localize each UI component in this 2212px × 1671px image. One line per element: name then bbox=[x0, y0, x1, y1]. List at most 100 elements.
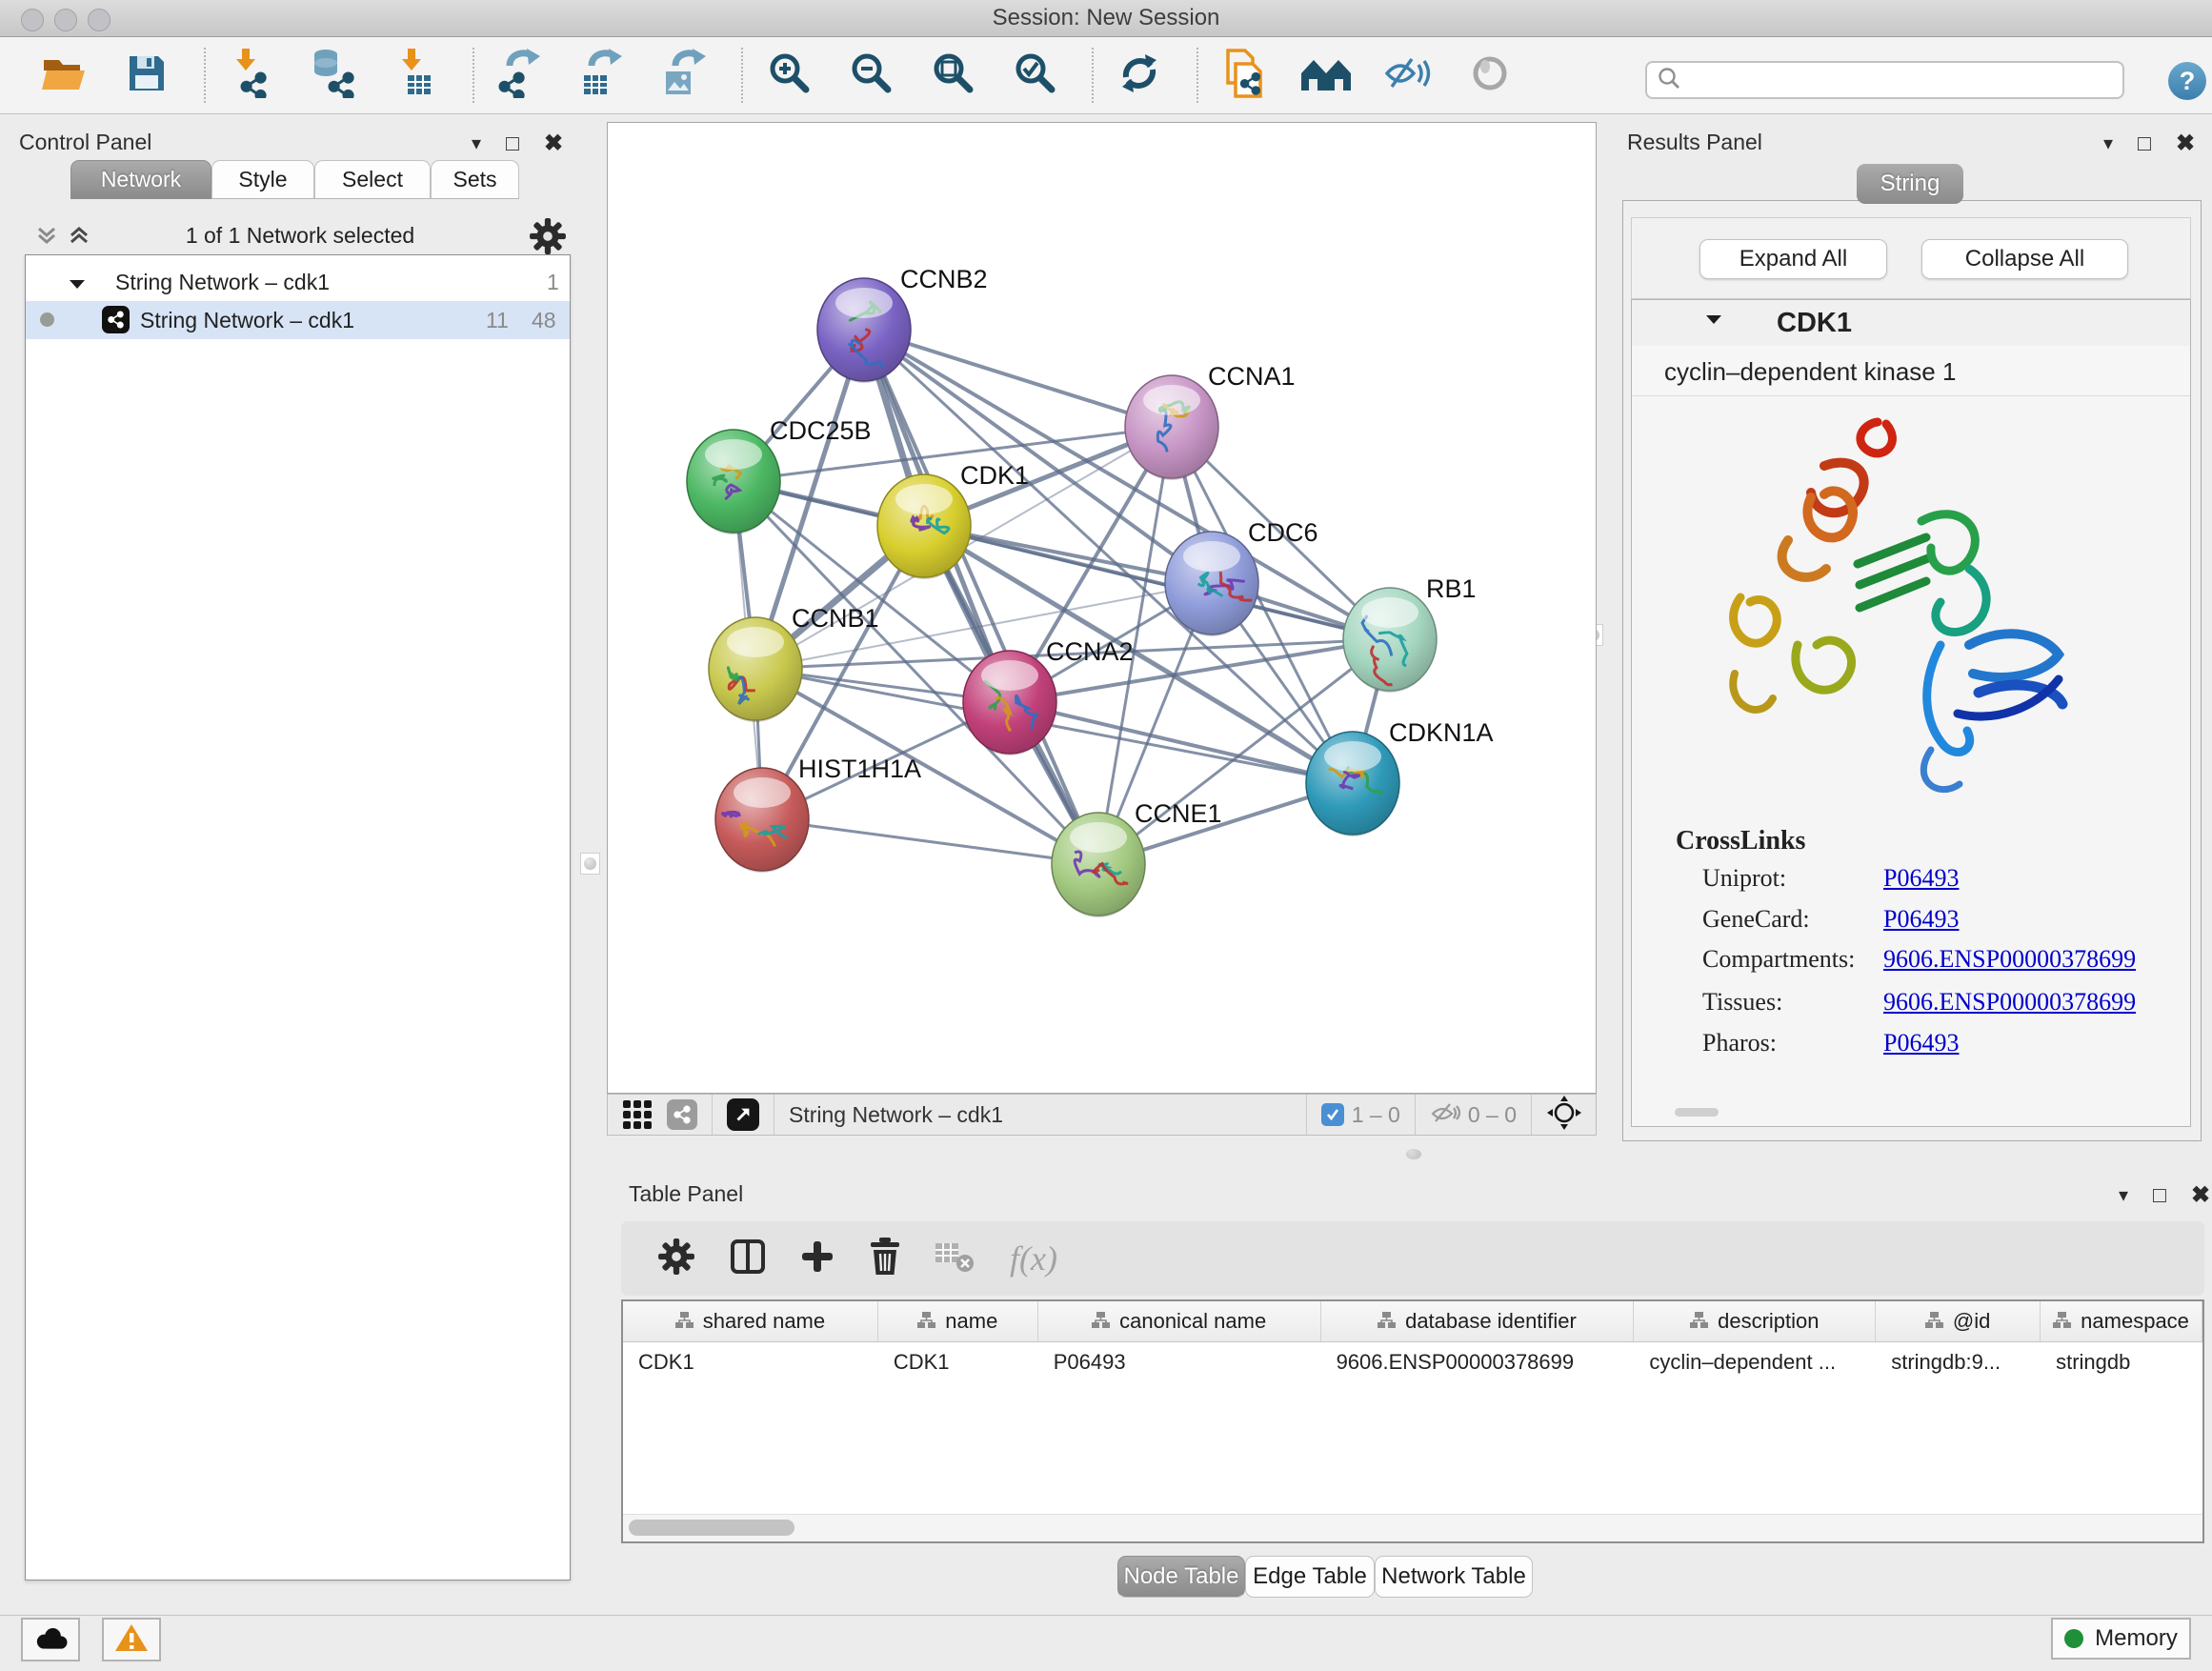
delete-column-icon[interactable] bbox=[869, 1238, 901, 1280]
expand-all-networks-icon[interactable] bbox=[67, 223, 91, 252]
expand-all-button[interactable]: Expand All bbox=[1699, 239, 1887, 279]
export-table-button[interactable] bbox=[577, 49, 627, 102]
table-cell[interactable]: P06493 bbox=[1038, 1342, 1321, 1382]
network-node-CDC6[interactable]: CDC6 bbox=[1165, 518, 1318, 636]
network-node-CDKN1A[interactable]: CDKN1A bbox=[1306, 718, 1494, 836]
column-header-namespace[interactable]: namespace bbox=[2041, 1301, 2202, 1341]
table-row[interactable]: CDK1CDK1P064939606.ENSP00000378699cyclin… bbox=[623, 1342, 2202, 1382]
column-header-database-identifier[interactable]: database identifier bbox=[1321, 1301, 1635, 1341]
save-session-button[interactable] bbox=[122, 49, 171, 102]
crosslink-row: Tissues: 9606.ENSP00000378699 bbox=[1632, 988, 2190, 1028]
export-network-button[interactable] bbox=[495, 49, 545, 102]
collapse-all-networks-icon[interactable] bbox=[34, 223, 59, 252]
tab-node-table[interactable]: Node Table bbox=[1117, 1556, 1245, 1598]
network-node-RB1[interactable]: RB1 bbox=[1343, 574, 1477, 693]
table-cell[interactable]: cyclin–dependent ... bbox=[1634, 1342, 1876, 1382]
table-cell[interactable]: CDK1 bbox=[623, 1342, 878, 1382]
results-tab-string[interactable]: String bbox=[1857, 164, 1963, 204]
float-panel-icon[interactable]: ▾ bbox=[2103, 131, 2113, 155]
network-share-icon bbox=[102, 306, 130, 333]
import-network-file-button[interactable] bbox=[227, 49, 276, 102]
crosslink-link[interactable]: P06493 bbox=[1883, 1029, 1959, 1057]
birds-eye-view-icon[interactable] bbox=[727, 1098, 759, 1131]
table-hscrollbar-thumb[interactable] bbox=[629, 1520, 794, 1536]
crosslink-link[interactable]: 9606.ENSP00000378699 bbox=[1883, 988, 2136, 1017]
grid-mode-icon[interactable] bbox=[621, 1097, 654, 1134]
collapse-all-button[interactable]: Collapse All bbox=[1921, 239, 2128, 279]
zoom-out-button[interactable] bbox=[846, 49, 895, 102]
table-cell[interactable]: 9606.ENSP00000378699 bbox=[1321, 1342, 1635, 1382]
results-panel-window-buttons: ▾ □ ✖ bbox=[2103, 130, 2195, 157]
toolbar-separator bbox=[473, 48, 474, 103]
redraw-layout-button[interactable] bbox=[1115, 49, 1164, 102]
close-panel-icon[interactable]: ✖ bbox=[2176, 130, 2195, 157]
maximize-panel-icon[interactable]: □ bbox=[2153, 1182, 2166, 1208]
zoom-fit-button[interactable] bbox=[928, 49, 977, 102]
network-canvas[interactable]: CCNB2 CCNA1 CDC25B CDK1 CDC6 R bbox=[607, 122, 1597, 1094]
import-table-icon bbox=[392, 49, 438, 103]
tab-edge-table[interactable]: Edge Table bbox=[1245, 1556, 1375, 1598]
tab-style[interactable]: Style bbox=[211, 160, 314, 199]
selected-nodes-checkbox[interactable] bbox=[1321, 1103, 1344, 1126]
node-table[interactable]: shared namenamecanonical namedatabase id… bbox=[621, 1299, 2204, 1543]
tab-network-table[interactable]: Network Table bbox=[1375, 1556, 1533, 1598]
float-panel-icon[interactable]: ▾ bbox=[2119, 1183, 2128, 1207]
import-network-database-icon bbox=[309, 49, 358, 103]
column-header-name[interactable]: name bbox=[878, 1301, 1038, 1341]
highlight-eye-button[interactable] bbox=[1465, 49, 1515, 102]
close-panel-icon[interactable]: ✖ bbox=[2191, 1181, 2210, 1209]
table-cell[interactable]: CDK1 bbox=[878, 1342, 1038, 1382]
float-panel-icon[interactable]: ▾ bbox=[472, 131, 481, 155]
zoom-in-button[interactable] bbox=[764, 49, 814, 102]
export-image-button[interactable] bbox=[659, 49, 709, 102]
gene-section-header[interactable]: CDK1 bbox=[1632, 300, 2190, 347]
network-node-CDK1[interactable]: CDK1 bbox=[877, 461, 1029, 579]
table-cell[interactable]: stringdb bbox=[2041, 1342, 2202, 1382]
column-attribute-icon bbox=[1377, 1309, 1396, 1334]
network-row-selected[interactable]: String Network – cdk1 11 48 bbox=[26, 301, 570, 339]
table-options-icon[interactable] bbox=[657, 1238, 695, 1280]
collection-expander-icon[interactable] bbox=[68, 272, 87, 298]
column-header-canonical-name[interactable]: canonical name bbox=[1038, 1301, 1321, 1341]
show-columns-icon[interactable] bbox=[730, 1238, 766, 1279]
table-hscrollbar[interactable] bbox=[623, 1514, 2202, 1541]
zoom-selected-button[interactable] bbox=[1010, 49, 1059, 102]
section-expander-icon[interactable] bbox=[1703, 312, 1724, 333]
search-field[interactable] bbox=[1645, 61, 2124, 99]
fit-selected-crosshair-icon[interactable] bbox=[1546, 1095, 1582, 1136]
network-node-HIST1H1A[interactable]: HIST1H1A bbox=[715, 755, 921, 873]
tab-sets[interactable]: Sets bbox=[431, 160, 519, 199]
results-scrollbar-thumb[interactable] bbox=[1675, 1108, 1719, 1117]
network-collection-row[interactable]: String Network – cdk1 1 bbox=[26, 263, 570, 301]
import-table-button[interactable] bbox=[391, 49, 440, 102]
warnings-button[interactable] bbox=[102, 1618, 161, 1661]
table-cell[interactable]: stringdb:9... bbox=[1876, 1342, 2041, 1382]
crosslink-link[interactable]: P06493 bbox=[1883, 864, 1959, 893]
import-network-database-button[interactable] bbox=[309, 49, 358, 102]
tab-network[interactable]: Network bbox=[70, 160, 211, 199]
crosslink-link[interactable]: P06493 bbox=[1883, 905, 1959, 934]
clone-network-button[interactable] bbox=[1219, 49, 1269, 102]
search-input[interactable] bbox=[1681, 66, 2122, 94]
maximize-panel-icon[interactable]: □ bbox=[2138, 131, 2151, 156]
node-label-CCNE1: CCNE1 bbox=[1135, 799, 1222, 828]
horizontal-splitter-handle[interactable] bbox=[1406, 1149, 1421, 1159]
create-column-icon[interactable] bbox=[800, 1239, 835, 1278]
network-share-mode-icon[interactable] bbox=[667, 1099, 697, 1130]
column-header--id[interactable]: @id bbox=[1876, 1301, 2041, 1341]
hide-unhide-button[interactable] bbox=[1383, 49, 1433, 102]
crosslink-link[interactable]: 9606.ENSP00000378699 bbox=[1883, 945, 2136, 974]
column-header-description[interactable]: description bbox=[1634, 1301, 1876, 1341]
open-session-button[interactable] bbox=[40, 49, 90, 102]
application-window: Session: New Session ? Control Panel ▾ □… bbox=[0, 0, 2212, 1671]
table-tabs: Node TableEdge TableNetwork Table bbox=[1117, 1556, 1533, 1598]
string-home-button[interactable] bbox=[1301, 49, 1351, 102]
column-header-shared-name[interactable]: shared name bbox=[623, 1301, 878, 1341]
cloud-status-button[interactable] bbox=[21, 1618, 80, 1661]
left-splitter-handle[interactable] bbox=[580, 853, 600, 875]
memory-button[interactable]: Memory bbox=[2051, 1618, 2191, 1660]
close-panel-icon[interactable]: ✖ bbox=[544, 130, 563, 157]
help-button[interactable]: ? bbox=[2168, 62, 2206, 100]
tab-select[interactable]: Select bbox=[314, 160, 431, 199]
maximize-panel-icon[interactable]: □ bbox=[506, 131, 519, 156]
